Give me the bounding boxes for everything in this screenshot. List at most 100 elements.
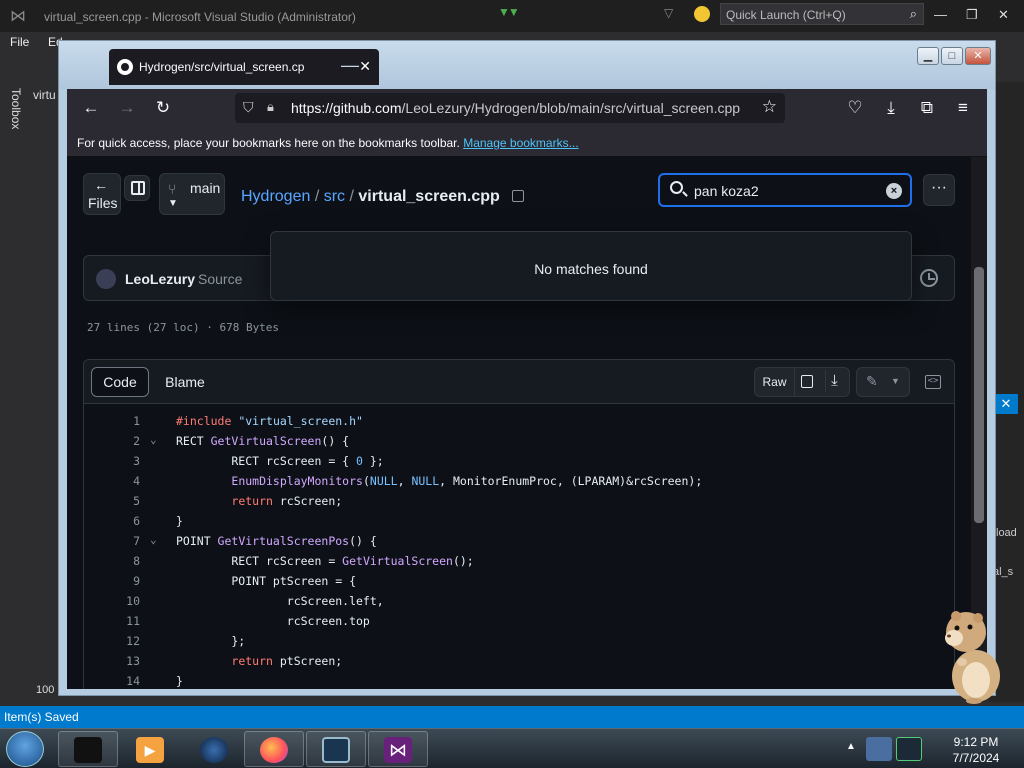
breadcrumb-repo[interactable]: Hydrogen <box>241 188 310 205</box>
line-number[interactable]: 5 <box>102 494 140 508</box>
line-number[interactable]: 12 <box>102 634 140 648</box>
vs-quick-launch-input[interactable]: Quick Launch (Ctrl+Q) ⌕ <box>720 3 924 25</box>
files-toggle-button[interactable]: ← Files <box>83 173 121 215</box>
firefox-icon <box>260 737 288 763</box>
back-icon[interactable]: ← <box>79 97 103 119</box>
display-icon[interactable] <box>896 737 922 761</box>
extensions-icon[interactable]: ⧉ <box>915 97 939 119</box>
code-line: 1 #include "virtual_screen.h" <box>84 412 954 432</box>
line-number[interactable]: 1 <box>102 414 140 428</box>
vs-toolbox-label: Toolbox <box>9 88 23 130</box>
menu-icon[interactable]: ≡ <box>951 97 975 119</box>
firefox-minimize-button[interactable]: ▁ <box>917 47 939 65</box>
line-number[interactable]: 13 <box>102 654 140 668</box>
vs-zoom-level[interactable]: 100 <box>36 684 54 696</box>
taskbar-clock[interactable]: 9:12 PM 7/7/2024 <box>936 734 1016 766</box>
shield-icon[interactable]: ⛉ <box>243 99 254 116</box>
file-search-box[interactable]: × <box>658 173 912 207</box>
start-button[interactable] <box>6 731 44 767</box>
line-number[interactable]: 6 <box>102 514 140 528</box>
bookmark-star-icon[interactable]: ☆ <box>762 97 777 117</box>
code-text: RECT rcScreen = { 0 }; <box>176 454 384 468</box>
scrollbar-thumb[interactable] <box>974 267 984 523</box>
line-number[interactable]: 8 <box>102 554 140 568</box>
code-line: 6} <box>84 512 954 532</box>
vs-right-text: load <box>996 527 1017 539</box>
browser-tab[interactable]: Hydrogen/src/virtual_screen.cp ✕ <box>109 49 379 85</box>
edit-file-group: ✎ ▼ <box>856 367 910 397</box>
pocket-icon[interactable]: ♡ <box>843 97 867 119</box>
firefox-maximize-button[interactable]: □ <box>941 47 963 65</box>
taskbar-app-remote-desktop[interactable] <box>306 731 366 767</box>
taskbar-app-visual-studio[interactable]: ⋈ <box>368 731 428 767</box>
history-icon[interactable] <box>920 269 938 287</box>
tab-blame[interactable]: Blame <box>151 367 219 397</box>
side-panel-button[interactable] <box>124 175 150 201</box>
code-line: 14} <box>84 672 954 689</box>
line-number[interactable]: 14 <box>102 674 140 688</box>
vs-title-bar: ⋈ virtual_screen.cpp - Microsoft Visual … <box>0 0 1024 32</box>
firefox-close-button[interactable]: ✕ <box>965 47 991 65</box>
close-tab-icon[interactable]: ✕ <box>359 58 371 75</box>
search-results-dropdown: No matches found <box>270 231 912 301</box>
pencil-icon[interactable]: ✎ <box>866 373 878 390</box>
commit-message[interactable]: Source <box>198 271 242 287</box>
symbols-button[interactable]: <> <box>918 367 948 397</box>
line-number[interactable]: 3 <box>102 454 140 468</box>
globe-icon <box>200 737 228 763</box>
clear-search-icon[interactable]: × <box>886 183 902 199</box>
code-text: } <box>176 674 183 688</box>
line-number[interactable]: 7 <box>102 534 140 548</box>
vs-maximize-button[interactable]: ❐ <box>966 7 978 23</box>
code-lines: 1 #include "virtual_screen.h" 2 ⌄ RECT GetVi… <box>84 412 954 689</box>
breadcrumb-separator: / <box>314 188 324 205</box>
fold-chevron-icon[interactable]: ⌄ <box>150 433 157 446</box>
code-text: rcScreen.top <box>176 614 370 628</box>
vs-menu-file[interactable]: File <box>10 35 29 49</box>
line-number[interactable]: 9 <box>102 574 140 588</box>
chevron-down-icon[interactable]: ▼ <box>891 376 900 386</box>
fold-chevron-icon[interactable]: ⌄ <box>150 533 157 546</box>
vs-minimize-button[interactable]: — <box>934 7 947 22</box>
visual-studio-icon: ⋈ <box>384 737 412 763</box>
code-line: 9 POINT ptScreen = { <box>84 572 954 592</box>
file-search-input[interactable] <box>694 181 874 201</box>
vs-panel-close-button[interactable]: ✕ <box>994 394 1018 414</box>
taskbar-app-terminal[interactable] <box>58 731 118 767</box>
new-tab-button[interactable]: — <box>341 55 359 76</box>
vs-quick-launch-placeholder: Quick Launch (Ctrl+Q) <box>726 8 846 22</box>
more-options-button[interactable]: ··· <box>923 174 955 206</box>
line-number[interactable]: 2 <box>102 434 140 448</box>
line-number[interactable]: 11 <box>102 614 140 628</box>
lock-icon[interactable]: 🔒︎ <box>267 99 274 115</box>
code-line: 10 rcScreen.left, <box>84 592 954 612</box>
vs-smiley-feedback-icon[interactable] <box>694 6 710 22</box>
breadcrumb-dir[interactable]: src <box>324 188 345 205</box>
browser-tab-title: Hydrogen/src/virtual_screen.cp <box>139 60 305 74</box>
tray-expand-icon[interactable]: ▲ <box>846 741 856 752</box>
taskbar-app-firefox[interactable] <box>244 731 304 767</box>
forward-icon[interactable]: → <box>115 97 139 119</box>
address-bar[interactable]: ⛉ 🔒︎ https://github.com/LeoLezury/Hydrog… <box>235 93 785 123</box>
downloads-icon[interactable]: ⤓ <box>879 97 903 119</box>
vs-close-button[interactable]: ✕ <box>998 7 1009 23</box>
avatar[interactable] <box>96 269 116 289</box>
copy-icon[interactable] <box>801 375 813 388</box>
download-icon[interactable]: ⤓ <box>825 370 843 392</box>
taskbar-app-globe[interactable] <box>184 731 244 767</box>
line-number[interactable]: 10 <box>102 594 140 608</box>
branch-selector[interactable]: ⑂ main ▼ <box>159 173 225 215</box>
vs-live-share-icon[interactable]: ▼▼ <box>498 5 520 19</box>
raw-button[interactable]: Raw <box>755 368 795 396</box>
copy-path-icon[interactable] <box>512 190 525 202</box>
manage-bookmarks-link[interactable]: Manage bookmarks... <box>463 136 578 150</box>
network-icon[interactable] <box>866 737 892 761</box>
taskbar-app-media[interactable]: ▶ <box>120 731 180 767</box>
reload-icon[interactable]: ↻ <box>151 97 175 119</box>
media-player-icon: ▶ <box>136 737 164 763</box>
vs-feedback-icon[interactable]: ▽ <box>664 6 673 20</box>
commit-author[interactable]: LeoLezury <box>125 271 195 287</box>
tab-code[interactable]: Code <box>91 367 149 397</box>
vs-toolbox-panel[interactable]: Toolbox <box>0 82 30 682</box>
line-number[interactable]: 4 <box>102 474 140 488</box>
